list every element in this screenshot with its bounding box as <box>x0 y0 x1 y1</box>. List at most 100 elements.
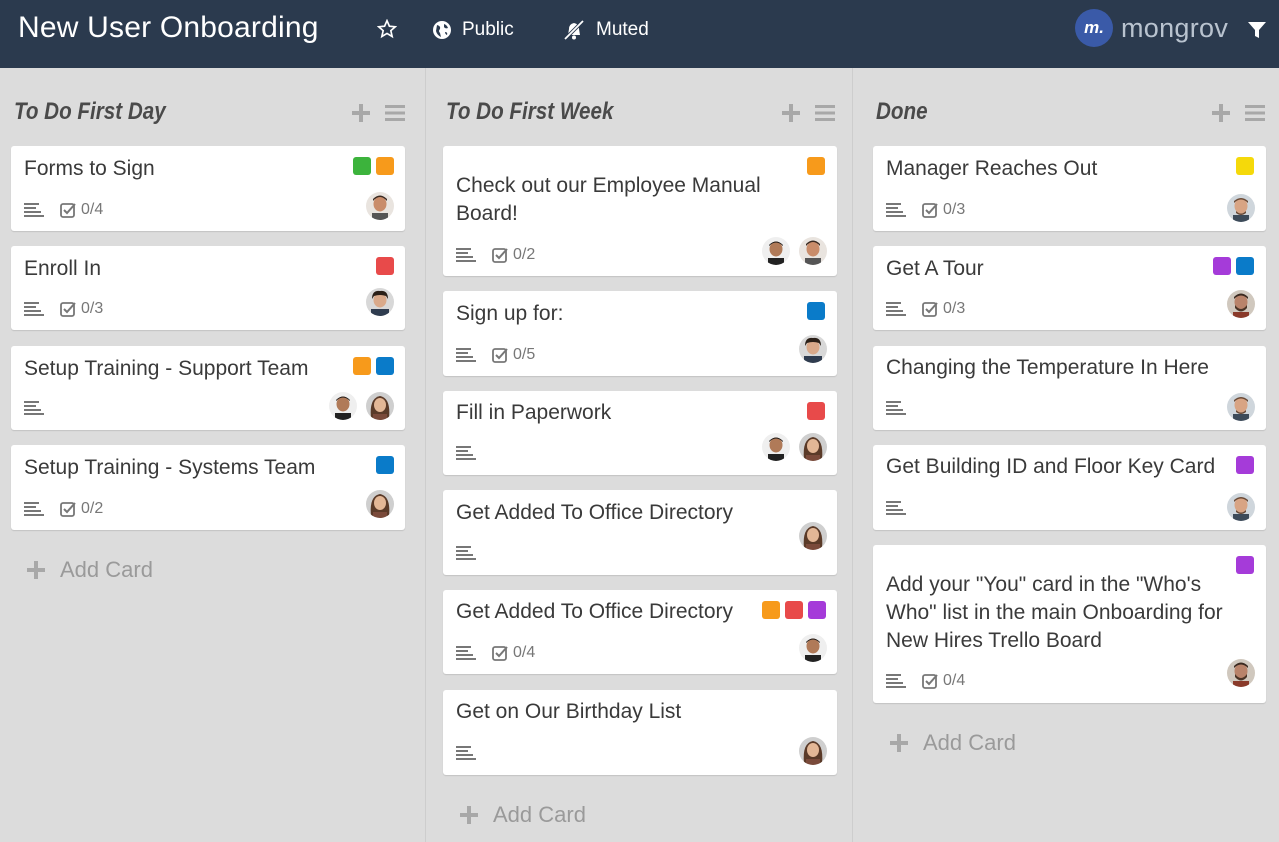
description-icon <box>24 202 44 218</box>
card[interactable]: Get on Our Birthday List <box>443 690 837 775</box>
avatar[interactable] <box>799 237 827 265</box>
avatar[interactable] <box>799 433 827 461</box>
card[interactable]: Get Building ID and Floor Key Card <box>873 445 1266 530</box>
avatar[interactable] <box>1227 659 1255 687</box>
label-yellow <box>1236 157 1254 175</box>
card-labels <box>376 257 394 275</box>
card[interactable]: Changing the Temperature In Here <box>873 346 1266 430</box>
label-orange <box>376 157 394 175</box>
add-card-label: Add Card <box>923 730 1016 755</box>
avatar[interactable] <box>799 335 827 363</box>
avatar[interactable] <box>366 288 394 316</box>
card[interactable]: Enroll In 0/3 <box>11 246 405 330</box>
card[interactable]: Check out our Employee Manual Board! 0/2 <box>443 146 837 276</box>
card-title: Setup Training - Support Team <box>24 357 309 380</box>
avatar[interactable] <box>799 634 827 662</box>
card-labels <box>762 601 826 619</box>
card[interactable]: Get Added To Office Directory <box>443 490 837 575</box>
card-title: Enroll In <box>24 257 102 280</box>
avatar[interactable] <box>366 490 394 518</box>
checklist-icon <box>922 673 938 689</box>
avatar[interactable] <box>329 392 357 420</box>
label-red <box>376 257 394 275</box>
label-red <box>785 601 803 619</box>
checklist-count: 0/4 <box>513 644 536 661</box>
checklist-icon <box>60 301 76 317</box>
add-card-button[interactable]: Add Card <box>889 730 1016 756</box>
list-menu-icon[interactable] <box>385 103 405 123</box>
card-title: Changing the Temperature In Here <box>886 356 1209 379</box>
card[interactable]: Add your "You" card in the "Who's Who" l… <box>873 545 1266 703</box>
card-meta: 0/3 <box>886 201 965 219</box>
label-orange <box>353 357 371 375</box>
list-title: To Do First Week <box>446 98 614 125</box>
list-menu-icon[interactable] <box>1245 103 1265 123</box>
card[interactable]: Fill in Paperwork <box>443 391 837 475</box>
card-labels <box>353 157 394 175</box>
avatar[interactable] <box>799 522 827 550</box>
card-meta <box>456 545 476 561</box>
add-card-button[interactable]: Add Card <box>26 557 153 583</box>
card[interactable]: Setup Training - Systems Team 0/2 <box>11 445 405 530</box>
logo-text: mongrov <box>1121 12 1229 43</box>
card[interactable]: Sign up for: 0/5 <box>443 291 837 376</box>
description-icon <box>456 745 476 761</box>
avatar[interactable] <box>1227 493 1255 521</box>
label-orange <box>807 157 825 175</box>
visibility-button[interactable]: Public <box>432 17 514 43</box>
avatar[interactable] <box>1227 194 1255 222</box>
checklist-badge: 0/4 <box>60 201 103 219</box>
avatar[interactable] <box>366 192 394 220</box>
description-icon <box>886 673 906 689</box>
star-board-button[interactable] <box>375 17 399 41</box>
checklist-badge: 0/2 <box>60 500 103 518</box>
add-card-icon[interactable] <box>1211 103 1231 123</box>
description-icon <box>456 247 476 263</box>
add-card-button[interactable]: Add Card <box>459 802 586 828</box>
checklist-icon <box>922 202 938 218</box>
card-meta: 0/2 <box>456 246 535 264</box>
avatar[interactable] <box>1227 290 1255 318</box>
card[interactable]: Get A Tour 0/3 <box>873 246 1266 330</box>
card-title: Get on Our Birthday List <box>456 700 682 723</box>
card-labels <box>353 357 394 375</box>
checklist-count: 0/3 <box>81 300 104 317</box>
card-meta <box>456 445 476 461</box>
card[interactable]: Get Added To Office Directory 0/4 <box>443 590 837 674</box>
notifications-button[interactable]: Muted <box>562 17 649 43</box>
checklist-badge: 0/2 <box>492 246 535 264</box>
add-card-icon[interactable] <box>351 103 371 123</box>
list-title: To Do First Day <box>14 98 166 125</box>
globe-icon <box>433 21 451 39</box>
list-menu-icon[interactable] <box>815 103 835 123</box>
filter-button[interactable] <box>1247 19 1267 41</box>
card-title-line: Add your "You" card in the "Who's <box>886 573 1202 596</box>
card[interactable]: Forms to Sign 0/4 <box>11 146 405 231</box>
card-meta <box>24 400 44 416</box>
checklist-count: 0/2 <box>513 246 536 263</box>
add-card-icon[interactable] <box>781 103 801 123</box>
description-icon <box>456 347 476 363</box>
brand-logo: m. mongrov <box>1075 9 1228 47</box>
list-to-do-first-week: To Do First Week Check out our Employee … <box>425 68 853 842</box>
avatar[interactable] <box>366 392 394 420</box>
list-to-do-first-day: To Do First Day Forms to Sign 0/4 Enroll… <box>0 68 424 842</box>
avatar[interactable] <box>1227 393 1255 421</box>
avatar[interactable] <box>762 237 790 265</box>
plus-icon <box>459 805 479 825</box>
card-title: Fill in Paperwork <box>456 401 612 424</box>
card-meta <box>886 400 906 416</box>
checklist-count: 0/4 <box>81 201 104 218</box>
checklist-icon <box>922 301 938 317</box>
avatar[interactable] <box>762 433 790 461</box>
visibility-label: Public <box>462 19 514 40</box>
avatar[interactable] <box>799 737 827 765</box>
add-card-label: Add Card <box>493 802 586 827</box>
checklist-badge: 0/3 <box>922 201 965 219</box>
description-icon <box>456 545 476 561</box>
description-icon <box>24 400 44 416</box>
muted-bell-icon <box>563 19 585 41</box>
checklist-badge: 0/3 <box>60 300 103 318</box>
card[interactable]: Manager Reaches Out 0/3 <box>873 146 1266 231</box>
card[interactable]: Setup Training - Support Team <box>11 346 405 430</box>
